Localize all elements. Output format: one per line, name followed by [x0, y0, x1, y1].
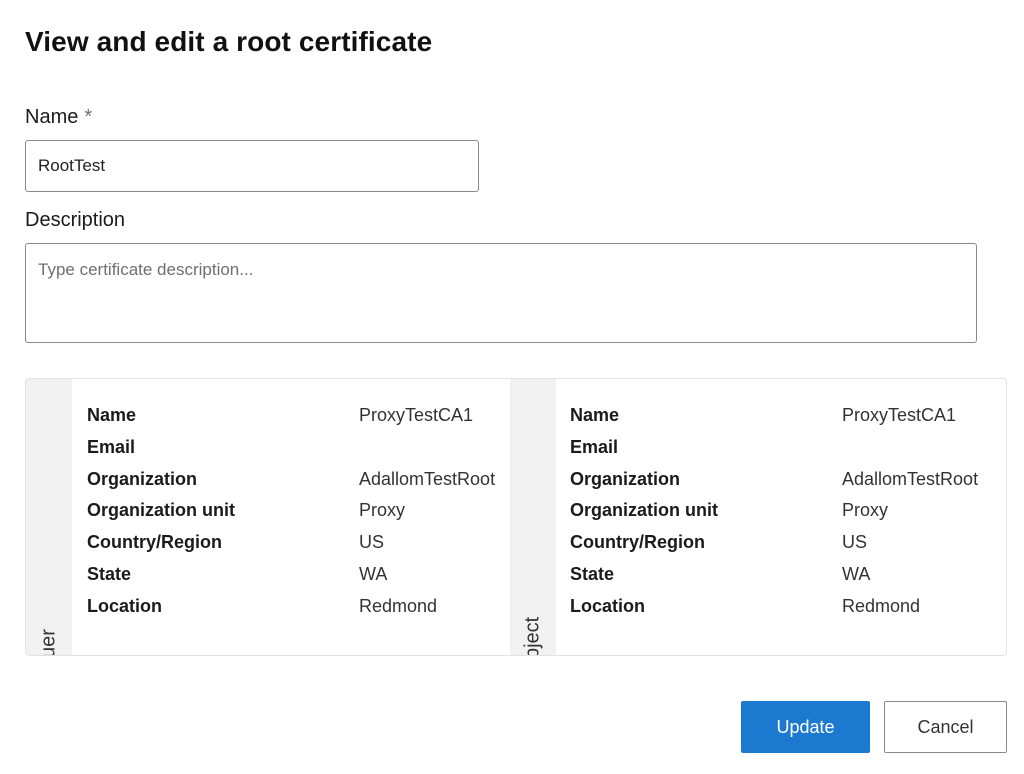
- issuer-row-name: Name ProxyTestCA1: [87, 405, 507, 437]
- issuer-row-state: State WA: [87, 564, 507, 596]
- subject-row-organization: Organization AdallomTestRoot: [570, 469, 1000, 501]
- subject-value: Proxy: [842, 500, 889, 521]
- subject-value: Redmond: [842, 595, 921, 616]
- cancel-button[interactable]: Cancel: [884, 701, 1007, 753]
- subject-key: Email: [570, 436, 619, 457]
- subject-row-email: Email: [570, 437, 1000, 469]
- name-input[interactable]: [25, 140, 479, 192]
- issuer-key: Name: [87, 405, 137, 425]
- subject-details: Name ProxyTestCA1 Email Organization Ada…: [570, 405, 1000, 628]
- subject-key: Name: [570, 405, 620, 425]
- subject-value: AdallomTestRoot: [842, 468, 979, 489]
- name-label-text: Name: [25, 106, 79, 128]
- issuer-key: Country/Region: [87, 532, 222, 553]
- issuer-key: Organization unit: [87, 500, 235, 521]
- page-title: View and edit a root certificate: [25, 26, 433, 57]
- issuer-key: State: [87, 563, 132, 584]
- subject-key: Organization: [570, 468, 681, 489]
- issuer-value: ProxyTestCA1: [359, 405, 474, 425]
- description-textarea[interactable]: [25, 243, 977, 343]
- name-field-label: Name *: [25, 106, 92, 129]
- issuer-row-country-region: Country/Region US: [87, 532, 507, 564]
- subject-key: Organization unit: [570, 500, 718, 521]
- subject-value: WA: [842, 563, 871, 584]
- issuer-value: AdallomTestRoot: [359, 468, 496, 489]
- issuer-section-tab: Issuer: [26, 379, 72, 655]
- issuer-value: Redmond: [359, 595, 438, 616]
- subject-section-tab: Subject: [510, 379, 556, 655]
- subject-tab-label: Subject: [521, 616, 544, 656]
- issuer-row-organization-unit: Organization unit Proxy: [87, 500, 507, 532]
- issuer-row-location: Location Redmond: [87, 596, 507, 628]
- issuer-details: Name ProxyTestCA1 Email Organization Ada…: [87, 405, 507, 628]
- subject-key: Location: [570, 595, 645, 616]
- issuer-value: WA: [359, 563, 388, 584]
- required-marker: *: [84, 106, 93, 128]
- subject-row-organization-unit: Organization unit Proxy: [570, 500, 1000, 532]
- subject-value: ProxyTestCA1: [842, 405, 957, 425]
- issuer-key: Organization: [87, 468, 198, 489]
- subject-row-name: Name ProxyTestCA1: [570, 405, 1000, 437]
- issuer-row-organization: Organization AdallomTestRoot: [87, 469, 507, 501]
- issuer-key: Location: [87, 595, 162, 616]
- subject-row-state: State WA: [570, 564, 1000, 596]
- issuer-value: Proxy: [359, 500, 406, 521]
- subject-key: State: [570, 563, 615, 584]
- issuer-value: US: [359, 532, 385, 553]
- update-button[interactable]: Update: [741, 701, 870, 753]
- certificate-details-panel: Issuer Name ProxyTestCA1 Email Organizat…: [25, 378, 1007, 656]
- issuer-row-email: Email: [87, 437, 507, 469]
- subject-key: Country/Region: [570, 532, 705, 553]
- issuer-key: Email: [87, 436, 136, 457]
- subject-row-location: Location Redmond: [570, 596, 1000, 628]
- description-field-label: Description: [25, 209, 126, 231]
- subject-value: US: [842, 532, 868, 553]
- issuer-tab-label: Issuer: [38, 564, 61, 655]
- subject-row-country-region: Country/Region US: [570, 532, 1000, 564]
